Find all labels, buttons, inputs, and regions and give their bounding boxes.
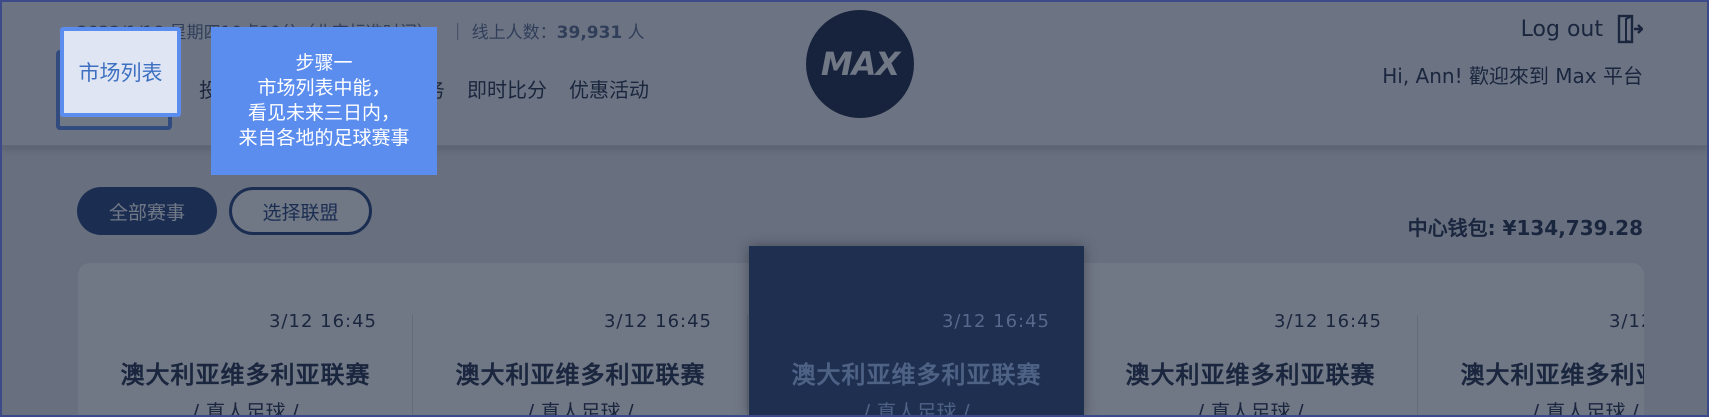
online-users: ｜ 线上人数：39,931 人	[449, 23, 645, 43]
tooltip-line: 市场列表中能，	[257, 77, 391, 99]
wallet-amount: ¥134,739.28	[1502, 216, 1643, 240]
online-unit: 人	[627, 23, 645, 43]
match-time: 3/12 16:45	[941, 311, 1050, 332]
match-sport: / 真人足球 /	[1532, 400, 1639, 417]
center-wallet: 中心钱包: ¥134,739.28	[1408, 212, 1643, 241]
match-time: 3/12 16:45	[1608, 311, 1644, 332]
tooltip-line: 看见未来三日内，	[247, 102, 400, 124]
select-league-button[interactable]: 选择联盟	[229, 187, 372, 235]
match-league: 澳大利亚维多利亚联赛	[455, 361, 706, 389]
logout-label: Log out	[1520, 16, 1603, 42]
highlighted-nav-market-list[interactable]: 市场列表	[60, 27, 181, 117]
tutorial-tooltip: 步骤一 市场列表中能， 看见未来三日内， 来自各地的足球赛事	[211, 27, 437, 175]
tooltip-step: 步骤一	[295, 52, 353, 74]
match-sport: / 真人足球 /	[863, 400, 970, 417]
wallet-label: 中心钱包:	[1407, 216, 1496, 240]
app-root: 2022/1/18 星期四10点20分（北京标准时间） ｜ 线上人数：39,93…	[0, 0, 1709, 417]
match-time: 3/12 16:45	[1273, 311, 1382, 332]
greeting-text: Hi, Ann! 歡迎來到 Max 平台	[1382, 64, 1643, 88]
match-time: 3/12 16:45	[268, 311, 377, 332]
match-card[interactable]: 3/12 16:45 澳大利亚维多利亚联赛 / 真人足球 /	[413, 263, 748, 417]
match-card[interactable]: 3/12 16:45 澳大利亚维多利亚联赛 / 真人足球 /	[1418, 263, 1645, 417]
logout-button[interactable]: Log out	[1521, 14, 1643, 44]
match-card[interactable]: 3/12 16:45 澳大利亚维多利亚联赛 / 真人足球 /	[1083, 263, 1418, 417]
match-league: 澳大利亚维多利亚联赛	[1125, 361, 1376, 389]
logo-text: MAX	[820, 45, 900, 83]
match-league: 澳大利亚维多利亚联赛	[791, 361, 1042, 389]
match-sport: / 真人足球 /	[527, 400, 634, 417]
filter-row: 全部赛事 选择联盟	[77, 187, 372, 235]
match-sport: / 真人足球 /	[192, 400, 299, 417]
match-league: 澳大利亚维多利亚联赛	[120, 361, 371, 389]
online-count: 39,931	[556, 23, 623, 43]
tooltip-line: 来自各地的足球赛事	[238, 127, 410, 149]
match-sport: / 真人足球 /	[1197, 400, 1304, 417]
match-league: 澳大利亚维多利亚联赛	[1460, 361, 1645, 389]
match-card[interactable]: 3/12 16:45 澳大利亚维多利亚联赛 / 真人足球 /	[78, 263, 413, 417]
nav-promotions[interactable]: 优惠活动	[558, 70, 660, 110]
max-logo[interactable]: MAX	[806, 10, 914, 118]
all-events-button[interactable]: 全部赛事	[77, 187, 217, 235]
nav-live-scores[interactable]: 即时比分	[456, 70, 558, 110]
logout-door-icon	[1617, 14, 1643, 44]
online-label: 线上人数：	[471, 23, 557, 43]
match-time: 3/12 16:45	[603, 311, 712, 332]
highlighted-match-card[interactable]: 3/12 16:45 澳大利亚维多利亚联赛 / 真人足球 /	[749, 246, 1084, 417]
